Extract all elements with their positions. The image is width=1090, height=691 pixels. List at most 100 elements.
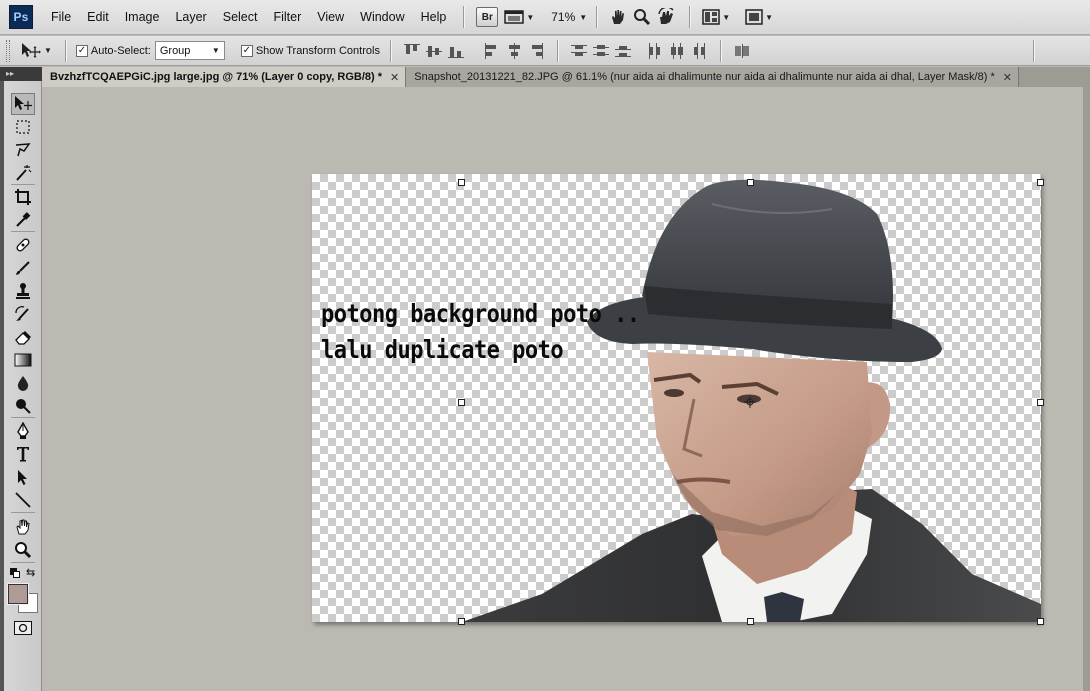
auto-align-layers-icon[interactable] <box>734 43 750 59</box>
brush-tool[interactable] <box>11 257 35 279</box>
view-extras-button[interactable]: ▼ <box>504 6 534 28</box>
auto-select-dropdown[interactable]: Group ▼ <box>154 41 225 60</box>
transform-handle-bottom-left[interactable] <box>458 618 465 625</box>
chevron-down-icon: ▼ <box>44 46 52 55</box>
gradient-tool[interactable] <box>11 349 35 371</box>
blur-tool[interactable] <box>11 372 35 394</box>
tool-preset-picker[interactable]: ▼ <box>20 40 52 62</box>
transform-handle-top-right[interactable] <box>1037 179 1044 186</box>
separator <box>64 39 66 62</box>
type-tool[interactable] <box>11 443 35 465</box>
options-grip[interactable] <box>6 39 10 62</box>
spot-healing-brush-tool[interactable] <box>11 234 35 256</box>
magic-wand-icon <box>16 165 32 181</box>
image-canvas[interactable]: potong background poto .. lalu duplicate… <box>312 174 1041 622</box>
launch-bridge-button[interactable]: Br <box>476 7 499 27</box>
options-bar: ▼ ✓ Auto-Select: Group ▼ ✓ Show Transfor… <box>0 36 1090 66</box>
eraser-tool[interactable] <box>11 326 35 348</box>
rotate-view-button[interactable] <box>657 6 677 28</box>
menu-edit[interactable]: Edit <box>79 0 117 35</box>
crop-tool[interactable] <box>11 186 35 208</box>
hand-tool-button[interactable] <box>609 6 627 28</box>
separator <box>11 184 35 185</box>
hand-tool[interactable] <box>11 516 35 538</box>
swap-colors-icon[interactable]: ⇆ <box>26 566 35 579</box>
line-tool[interactable] <box>11 489 35 511</box>
align-horizontal-centers-icon[interactable] <box>506 42 522 59</box>
distribute-right-edges-icon[interactable] <box>691 42 707 59</box>
tab-document-1[interactable]: BvzhzfTCQAEPGiC.jpg large.jpg @ 71% (Lay… <box>42 67 407 87</box>
transform-center-point[interactable] <box>744 396 756 408</box>
move-arrow-icon <box>15 96 32 110</box>
tab-document-2[interactable]: Snapshot_20131221_82.JPG @ 61.1% (nur ai… <box>406 67 1019 87</box>
quick-mask-button[interactable] <box>14 621 32 635</box>
transform-handle-left[interactable] <box>458 399 465 406</box>
pen-tool[interactable] <box>11 420 35 442</box>
separator <box>556 39 558 62</box>
menu-filter[interactable]: Filter <box>265 0 309 35</box>
align-left-edges-icon[interactable] <box>484 42 500 59</box>
distribute-left-edges-icon[interactable] <box>647 42 663 59</box>
auto-select-checkbox[interactable]: ✓ <box>75 44 88 57</box>
menu-view[interactable]: View <box>309 0 352 35</box>
menu-layer[interactable]: Layer <box>167 0 214 35</box>
align-vertical-centers-icon[interactable] <box>425 43 442 59</box>
tab-label: BvzhzfTCQAEPGiC.jpg large.jpg @ 71% (Lay… <box>50 71 383 83</box>
distribute-bottom-edges-icon[interactable] <box>614 43 631 59</box>
line-icon <box>15 492 31 508</box>
lasso-tool[interactable] <box>11 139 35 161</box>
path-arrow-icon <box>18 470 27 485</box>
align-bottom-edges-icon[interactable] <box>447 43 464 59</box>
marquee-icon <box>16 120 30 134</box>
tools-panel-header[interactable]: ▸▸ <box>0 67 42 81</box>
transform-handle-bottom-right[interactable] <box>1037 618 1044 625</box>
default-colors-icon[interactable] <box>10 568 20 578</box>
dodge-tool[interactable] <box>11 395 35 417</box>
close-icon[interactable]: ✕ <box>390 71 399 84</box>
history-brush-tool[interactable] <box>11 303 35 325</box>
menu-window[interactable]: Window <box>352 0 412 35</box>
magic-wand-tool[interactable] <box>11 162 35 184</box>
auto-select-label: Auto-Select: <box>90 44 151 57</box>
lasso-icon <box>15 143 31 157</box>
align-right-edges-icon[interactable] <box>528 42 544 59</box>
chevron-down-icon: ▼ <box>211 46 220 55</box>
menu-help[interactable]: Help <box>413 0 455 35</box>
menu-select[interactable]: Select <box>215 0 266 35</box>
distribute-vertical-centers-icon[interactable] <box>592 43 609 59</box>
pen-icon <box>17 422 29 439</box>
move-tool[interactable] <box>11 93 35 115</box>
align-top-edges-icon[interactable] <box>403 43 420 59</box>
transform-handle-top[interactable] <box>747 179 754 186</box>
transform-handle-right[interactable] <box>1037 399 1044 406</box>
tools-panel: ⇆ <box>4 81 42 691</box>
zoom-dropdown-icon[interactable]: ▼ <box>579 13 587 22</box>
foreground-color-swatch[interactable] <box>7 583 29 605</box>
separator <box>11 512 35 513</box>
menu-file[interactable]: File <box>43 0 79 35</box>
transform-handle-top-left[interactable] <box>458 179 465 186</box>
clone-stamp-tool[interactable] <box>11 280 35 302</box>
arrange-documents-button[interactable]: ▼ <box>702 6 730 28</box>
panel-dock-edge <box>1083 87 1090 691</box>
separator <box>11 417 35 418</box>
chevron-down-icon: ▼ <box>765 12 774 22</box>
eyedropper-tool[interactable] <box>11 209 35 231</box>
path-selection-tool[interactable] <box>11 466 35 488</box>
close-icon[interactable]: ✕ <box>1003 71 1012 84</box>
transform-handle-bottom[interactable] <box>747 618 754 625</box>
zoom-tool-button[interactable] <box>633 6 651 28</box>
show-transform-controls-checkbox[interactable]: ✓ <box>240 44 253 57</box>
zoom-tool[interactable] <box>11 539 35 561</box>
screen-mode-button[interactable]: ▼ <box>745 6 773 28</box>
distribute-horizontal-centers-icon[interactable] <box>669 42 685 59</box>
zoom-level[interactable]: 71% <box>551 10 575 24</box>
distribute-top-edges-icon[interactable] <box>570 43 587 59</box>
eraser-icon <box>15 331 31 345</box>
auto-select-value: Group <box>159 44 191 57</box>
menu-image[interactable]: Image <box>117 0 168 35</box>
rectangular-marquee-tool[interactable] <box>11 116 35 138</box>
move-tool-icon <box>22 42 41 58</box>
water-drop-icon <box>17 376 29 391</box>
separator <box>689 6 691 28</box>
